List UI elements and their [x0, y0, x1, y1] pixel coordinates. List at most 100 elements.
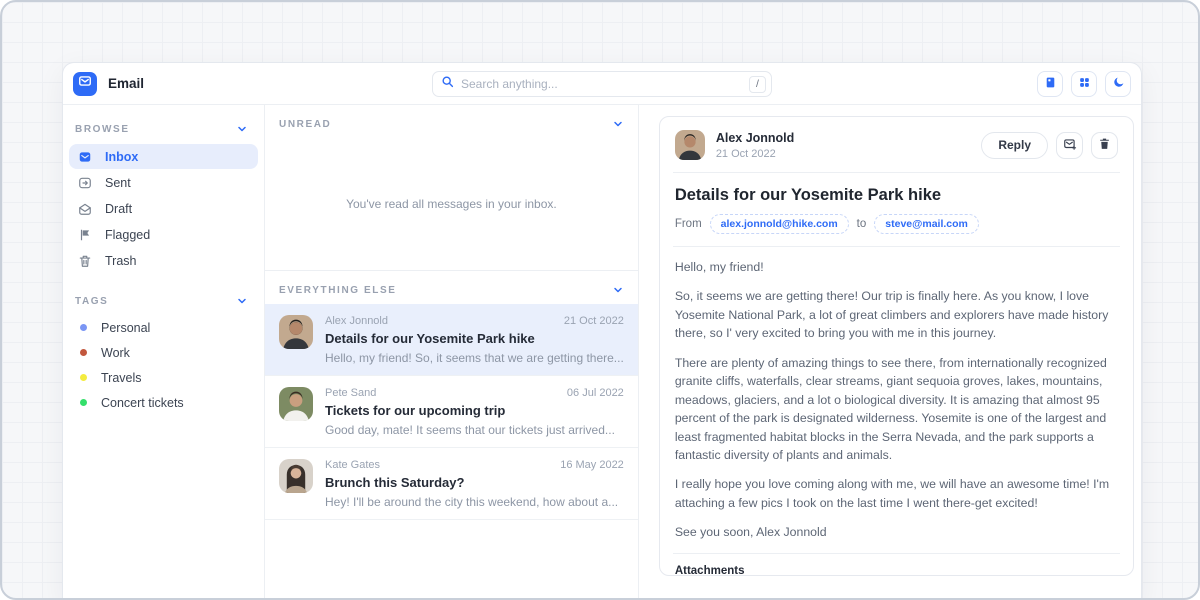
tag-label: Concert tickets: [101, 396, 184, 410]
avatar: [675, 130, 705, 160]
message-subject: Details for our Yosemite Park hike: [325, 331, 624, 346]
browse-section-title: BROWSE: [75, 124, 130, 135]
avatar: [279, 459, 313, 493]
chevron-down-icon[interactable]: [612, 118, 624, 130]
everything-else-section-header[interactable]: EVERYTHING ELSE: [265, 271, 638, 304]
message-summary: Pete Sand 06 Jul 2022 Tickets for our up…: [325, 387, 624, 437]
chevron-down-icon[interactable]: [236, 295, 248, 307]
search-shortcut-badge: /: [749, 76, 766, 93]
top-actions: [1037, 71, 1131, 97]
search-input[interactable]: [461, 77, 749, 91]
app-title: Email: [108, 76, 144, 91]
envelope-icon: [78, 74, 92, 93]
draft-icon: [78, 202, 92, 216]
message-date: 21 Oct 2022: [564, 315, 624, 327]
message-subject: Brunch this Saturday?: [325, 475, 624, 490]
chevron-down-icon[interactable]: [236, 123, 248, 135]
message-list: UNREAD You've read all messages in your …: [265, 105, 639, 600]
email-date: 21 Oct 2022: [716, 148, 794, 160]
unread-section-header[interactable]: UNREAD: [265, 105, 638, 138]
avatar: [279, 387, 313, 421]
unread-empty-state: You've read all messages in your inbox.: [265, 138, 638, 270]
sidebar-item-draft[interactable]: Draft: [69, 196, 258, 221]
message-item-alex-jonnold[interactable]: Alex Jonnold 21 Oct 2022 Details for our…: [265, 304, 638, 376]
message-item-kate-gates[interactable]: Kate Gates 16 May 2022 Brunch this Satur…: [265, 448, 638, 520]
search-icon: [441, 75, 454, 93]
email-detail-card: Alex Jonnold 21 Oct 2022 Reply: [659, 116, 1134, 576]
message-date: 06 Jul 2022: [567, 387, 624, 399]
delete-button[interactable]: [1091, 132, 1118, 159]
email-actions: Reply: [981, 132, 1118, 159]
sender-info: Alex Jonnold 21 Oct 2022: [716, 131, 794, 160]
main-content: BROWSE Inbox Sent: [63, 105, 1141, 600]
message-item-pete-sand[interactable]: Pete Sand 06 Jul 2022 Tickets for our up…: [265, 376, 638, 448]
message-preview: Good day, mate! It seems that our ticket…: [325, 423, 624, 437]
body-paragraph: I really hope you love coming along with…: [675, 475, 1118, 512]
tags-section: TAGS Personal Work: [63, 287, 264, 415]
email-detail-header: Alex Jonnold 21 Oct 2022 Reply: [673, 129, 1120, 172]
to-email-chip[interactable]: steve@mail.com: [874, 214, 979, 234]
sidebar-item-label: Trash: [105, 254, 137, 268]
browse-section-header[interactable]: BROWSE: [63, 115, 264, 143]
email-detail-panel: Alex Jonnold 21 Oct 2022 Reply: [639, 105, 1141, 600]
everything-else-section-title: EVERYTHING ELSE: [279, 285, 397, 296]
dark-mode-button[interactable]: [1105, 71, 1131, 97]
tag-dot: [80, 324, 87, 331]
body-paragraph: See you soon, Alex Jonnold: [675, 523, 1118, 541]
tag-item-travels[interactable]: Travels: [69, 365, 258, 390]
email-subject: Details for our Yosemite Park hike: [675, 186, 1118, 205]
moon-icon: [1112, 76, 1125, 92]
sidebar-item-inbox[interactable]: Inbox: [69, 144, 258, 169]
message-preview: Hello, my friend! So, it seems that we a…: [325, 351, 624, 365]
sidebar-item-label: Sent: [105, 176, 131, 190]
to-label: to: [857, 218, 867, 230]
sender-name: Alex Jonnold: [716, 131, 794, 145]
inbox-icon: [78, 150, 92, 164]
trash-icon: [78, 254, 92, 268]
reading-list-button[interactable]: [1037, 71, 1063, 97]
tags-section-title: TAGS: [75, 296, 108, 307]
sidebar-item-label: Flagged: [105, 228, 150, 242]
tag-label: Travels: [101, 371, 142, 385]
tag-dot: [80, 349, 87, 356]
divider: [673, 246, 1120, 247]
message-sender: Kate Gates: [325, 459, 380, 471]
unread-section-title: UNREAD: [279, 119, 331, 130]
page-background: Email /: [0, 0, 1200, 600]
divider: [673, 553, 1120, 554]
sidebar-item-flagged[interactable]: Flagged: [69, 222, 258, 247]
tag-item-concert-tickets[interactable]: Concert tickets: [69, 390, 258, 415]
from-email-chip[interactable]: alex.jonnold@hike.com: [710, 214, 849, 234]
body-paragraph: There are plenty of amazing things to se…: [675, 354, 1118, 465]
message-sender: Alex Jonnold: [325, 315, 388, 327]
message-sender: Pete Sand: [325, 387, 376, 399]
message-summary: Alex Jonnold 21 Oct 2022 Details for our…: [325, 315, 624, 365]
message-preview: Hey! I'll be around the city this weeken…: [325, 495, 624, 509]
email-app-window: Email /: [62, 62, 1142, 600]
chevron-down-icon[interactable]: [612, 284, 624, 296]
body-paragraph: So, it seems we are getting there! Our t…: [675, 287, 1118, 342]
apps-grid-button[interactable]: [1071, 71, 1097, 97]
tags-section-header[interactable]: TAGS: [63, 287, 264, 315]
tag-item-work[interactable]: Work: [69, 340, 258, 365]
sidebar-item-sent[interactable]: Sent: [69, 170, 258, 195]
from-label: From: [675, 218, 702, 230]
tag-dot: [80, 374, 87, 381]
avatar: [279, 315, 313, 349]
message-date: 16 May 2022: [560, 459, 624, 471]
flag-icon: [78, 228, 92, 242]
forward-button[interactable]: [1056, 132, 1083, 159]
attachments-title: Attachments: [675, 565, 1118, 576]
sent-icon: [78, 176, 92, 190]
grid-icon: [1078, 76, 1091, 92]
search-bar[interactable]: /: [432, 71, 772, 97]
sidebar-item-label: Inbox: [105, 150, 138, 164]
reply-button[interactable]: Reply: [981, 132, 1048, 159]
tag-item-personal[interactable]: Personal: [69, 315, 258, 340]
sidebar: BROWSE Inbox Sent: [63, 105, 265, 600]
message-summary: Kate Gates 16 May 2022 Brunch this Satur…: [325, 459, 624, 509]
sidebar-item-trash[interactable]: Trash: [69, 248, 258, 273]
message-subject: Tickets for our upcoming trip: [325, 403, 624, 418]
app-logo: [73, 72, 97, 96]
divider: [673, 172, 1120, 173]
